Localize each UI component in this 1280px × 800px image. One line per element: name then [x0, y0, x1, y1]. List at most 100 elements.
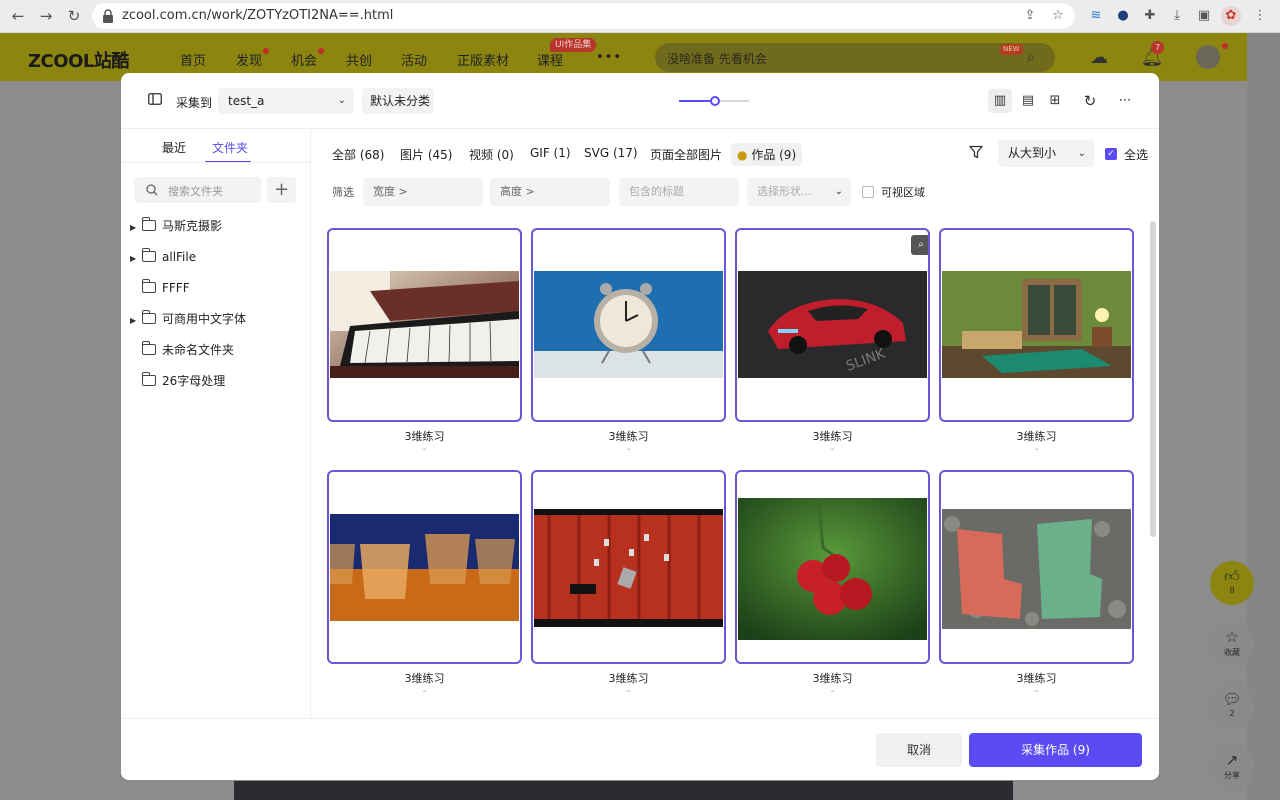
filter-tab-videos[interactable]: 视频 (0) — [469, 146, 514, 163]
profile-icon[interactable]: ✿ — [1221, 6, 1241, 26]
folder-item[interactable]: 未命名文件夹 — [130, 340, 234, 360]
nav-opportunity[interactable]: 机会 — [291, 50, 317, 69]
folder-name: 26字母处理 — [162, 374, 226, 388]
title-filter-input[interactable]: 包含的标题 — [619, 178, 739, 206]
filter-tab-svg[interactable]: SVG (17) — [584, 146, 638, 160]
tab-recent[interactable]: 最近 — [162, 139, 186, 156]
comment-count: 2 — [1229, 709, 1235, 718]
work-card-clock[interactable] — [531, 228, 726, 422]
nav-activity[interactable]: 活动 — [401, 50, 427, 69]
nav-opportunity-dot — [318, 48, 324, 54]
chevron-down-icon: ⌄ — [1077, 148, 1086, 159]
grid-view-icon[interactable]: ⊞ — [1043, 89, 1067, 113]
collect-button[interactable]: ☆ 收藏 — [1210, 622, 1254, 666]
filter-funnel-icon[interactable] — [969, 145, 985, 161]
site-search-input[interactable]: 没啥准备 先看机会 — [655, 43, 1055, 72]
work-card-stage[interactable] — [531, 470, 726, 664]
nav-cocreate[interactable]: 共创 — [346, 50, 372, 69]
extension-circle-icon[interactable]: ● — [1113, 6, 1133, 26]
reload-icon[interactable]: ↻ — [64, 6, 84, 26]
filter-tab-images[interactable]: 图片 (45) — [400, 146, 452, 163]
forward-icon[interactable]: → — [36, 6, 56, 26]
height-filter-input[interactable]: 高度 > — [490, 178, 610, 206]
download-icon[interactable]: ⤓ — [1167, 6, 1187, 26]
more-options-icon[interactable]: ⋯ — [1113, 89, 1137, 113]
card-subtitle: - — [422, 444, 427, 455]
folder-name: 马斯克摄影 — [162, 219, 223, 233]
back-icon[interactable]: ← — [8, 6, 28, 26]
expand-arrow-icon[interactable]: ▶ — [130, 311, 142, 331]
address-bar[interactable]: zcool.com.cn/work/ZOTYzOTI2NA==.html ⇪ ☆ — [92, 3, 1075, 29]
upload-cloud-icon[interactable]: ☁ — [1087, 46, 1111, 70]
width-filter-input[interactable]: 宽度 > — [363, 178, 483, 206]
visible-area-checkbox[interactable] — [862, 186, 874, 198]
nav-assets[interactable]: 正版素材 — [457, 50, 509, 69]
avatar-dot — [1222, 43, 1228, 49]
default-category-button[interactable]: 默认未分类 — [362, 88, 434, 114]
board-select-value: test_a — [228, 94, 265, 108]
work-card-piano[interactable] — [327, 228, 522, 422]
share-button[interactable]: ↗ 分享 — [1210, 745, 1254, 789]
folder-item[interactable]: FFFF — [130, 278, 190, 298]
select-all-checkbox[interactable]: ✓ — [1105, 148, 1117, 160]
collect-works-button[interactable]: 采集作品 (9) — [969, 733, 1142, 767]
expand-arrow-icon[interactable]: ▶ — [130, 218, 142, 238]
list-view-icon[interactable]: ▤ — [1016, 89, 1040, 113]
cancel-button[interactable]: 取消 — [876, 733, 962, 767]
nav-discover[interactable]: 发现 — [236, 50, 262, 69]
card-title: 3维练习 — [1016, 672, 1057, 685]
waterfall-view-icon[interactable]: ▥ — [988, 89, 1012, 113]
folder-item[interactable]: ▶ 可商用中文字体 — [130, 309, 246, 329]
extensions-puzzle-icon[interactable]: ✚ — [1140, 6, 1160, 26]
extension-layers-icon[interactable]: ≋ — [1086, 6, 1106, 26]
folder-icon — [141, 372, 156, 386]
nav-home[interactable]: 首页 — [180, 50, 206, 69]
grid-scrollbar[interactable] — [1150, 221, 1156, 537]
filter-tab-works[interactable]: ● 作品 (9) — [731, 143, 803, 166]
user-avatar[interactable] — [1194, 43, 1222, 71]
zoom-slider-handle[interactable] — [710, 96, 720, 106]
sort-select[interactable]: 从大到小 ⌄ — [998, 140, 1094, 167]
tab-folders[interactable]: 文件夹 — [212, 139, 248, 156]
board-select[interactable]: test_a ⌄ — [218, 88, 354, 114]
expand-arrow-icon[interactable]: ▶ — [130, 249, 142, 269]
collect-label: 收藏 — [1224, 648, 1240, 657]
work-card-bedroom[interactable] — [939, 228, 1134, 422]
sidepanel-icon[interactable]: ▣ — [1194, 6, 1214, 26]
folder-search-input[interactable]: 搜索文件夹 — [134, 177, 261, 203]
sports-car-image: SLINK — [738, 271, 927, 378]
browser-menu-icon[interactable]: ⋮ — [1250, 6, 1270, 26]
sidebar-toggle-icon[interactable] — [144, 90, 166, 112]
site-search-icon[interactable]: ⌕ — [1019, 45, 1043, 69]
work-card-tomatoes[interactable] — [735, 470, 930, 664]
zoom-in-icon[interactable]: ⌕ — [911, 235, 928, 255]
filter-tab-page-images[interactable]: 页面全部图片 — [650, 146, 722, 163]
folder-item[interactable]: 26字母处理 — [130, 371, 225, 391]
nav-more[interactable]: ••• — [596, 50, 622, 65]
collect-modal: 采集到 test_a ⌄ 默认未分类 ▥ ▤ ⊞ ↻ ⋯ 最近 文件夹 搜索文件夹… — [121, 73, 1159, 780]
share-page-icon[interactable]: ⇪ — [1022, 8, 1038, 24]
folder-name: 可商用中文字体 — [162, 312, 247, 326]
comment-button[interactable]: 💬︎ 2 — [1210, 684, 1254, 728]
add-folder-button[interactable]: + — [267, 177, 296, 203]
page-scrollbar[interactable] — [1247, 33, 1280, 800]
like-button[interactable]: 👍︎ 8 — [1210, 561, 1254, 605]
site-logo[interactable]: ZCOOL站酷 — [28, 47, 129, 73]
work-card-chairs[interactable] — [939, 470, 1134, 664]
filter-tab-all[interactable]: 全部 (68) — [332, 146, 384, 163]
folder-item[interactable]: ▶ allFile — [130, 247, 196, 267]
refresh-icon[interactable]: ↻ — [1078, 89, 1102, 113]
chevron-down-icon: ⌄ — [834, 186, 843, 197]
like-count: 8 — [1229, 586, 1235, 595]
search-icon — [146, 184, 158, 196]
select-all-label: 全选 — [1124, 148, 1149, 162]
bookmark-star-icon[interactable]: ☆ — [1050, 8, 1066, 24]
folder-item[interactable]: ▶ 马斯克摄影 — [130, 216, 222, 236]
background-work-image — [234, 781, 1013, 800]
card-title: 3维练习 — [608, 672, 649, 685]
work-card-glasses[interactable] — [327, 470, 522, 664]
work-card-car[interactable]: SLINK ⌕ — [735, 228, 930, 422]
nav-course[interactable]: 课程 — [537, 50, 563, 69]
shape-select[interactable]: 选择形状... ⌄ — [747, 178, 851, 206]
filter-tab-gif[interactable]: GIF (1) — [530, 146, 571, 160]
